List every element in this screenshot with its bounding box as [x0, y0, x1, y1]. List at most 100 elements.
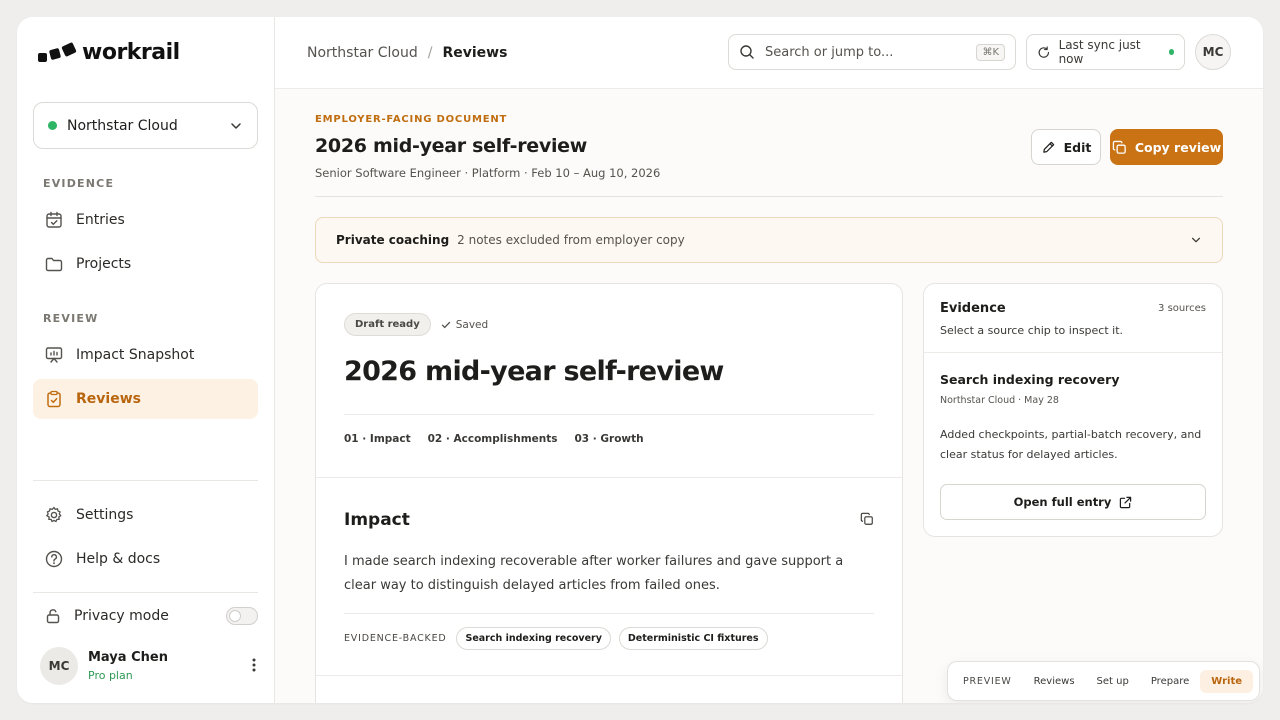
presentation-chart-icon [45, 347, 63, 363]
sidebar-item-impact-snapshot[interactable]: Impact Snapshot [33, 335, 258, 375]
external-link-icon [1120, 496, 1132, 508]
document-status-row: Draft ready Saved [344, 313, 488, 336]
section-label-review: REVIEW [43, 312, 99, 325]
brand-name: workrail [82, 40, 180, 65]
evidence-divider [924, 352, 1222, 353]
sidebar-item-label: Projects [76, 256, 132, 272]
sidebar-item-reviews[interactable]: Reviews [33, 379, 258, 419]
search-icon [740, 45, 754, 59]
open-full-entry-button[interactable]: Open full entry [940, 484, 1206, 520]
refresh-icon [1038, 45, 1050, 58]
edit-button[interactable]: Edit [1031, 129, 1101, 165]
app-window: workrail Northstar Cloud EVIDENCE Entrie… [17, 17, 1263, 703]
copy-section-icon[interactable] [860, 512, 874, 526]
search-input[interactable]: Search or jump to... ⌘K [728, 34, 1016, 70]
breadcrumb: Northstar Cloud / Reviews [307, 45, 507, 61]
sync-status-button[interactable]: Last sync just now [1026, 34, 1185, 70]
lock-icon [46, 609, 60, 624]
page-title: 2026 mid-year self-review [315, 135, 587, 157]
chevron-down-icon [231, 122, 241, 129]
workspace-select[interactable]: Northstar Cloud [33, 102, 258, 149]
sidebar-item-entries[interactable]: Entries [33, 200, 258, 240]
header-divider [315, 196, 1223, 197]
sidebar-item-label: Settings [76, 507, 134, 523]
table-of-contents: 01 · Impact 02 · Accomplishments 03 · Gr… [344, 433, 644, 445]
document-title: 2026 mid-year self-review [344, 356, 724, 387]
section-divider [316, 477, 902, 478]
copy-review-label: Copy review [1134, 139, 1222, 155]
avatar[interactable]: MC [1195, 34, 1231, 70]
flow-tab-reviews[interactable]: Reviews [1023, 670, 1086, 693]
flow-tab-set-up[interactable]: Set up [1086, 670, 1140, 693]
edit-button-label: Edit [1063, 139, 1092, 155]
user-profile[interactable]: MC Maya Chen Pro plan [40, 647, 168, 685]
help-circle-icon [45, 550, 63, 568]
sidebar: workrail Northstar Cloud EVIDENCE Entrie… [17, 17, 275, 703]
gear-icon [46, 506, 62, 523]
section-title: Impact [344, 510, 410, 530]
chevron-down-icon [1191, 237, 1201, 243]
workspace-status-dot [48, 121, 57, 130]
sidebar-item-help-docs[interactable]: Help & docs [33, 539, 258, 579]
sidebar-item-projects[interactable]: Projects [33, 244, 258, 284]
coaching-subtitle: 2 notes excluded from employer copy [457, 233, 685, 247]
breadcrumb-separator: / [427, 45, 433, 61]
folder-icon [45, 257, 63, 272]
top-bar: Northstar Cloud / Reviews Search or jump… [275, 17, 1263, 89]
preview-flow-bar: PREVIEW Reviews Set up Prepare Write [947, 661, 1260, 701]
check-icon [441, 321, 450, 328]
evidence-chip[interactable]: Search indexing recovery [456, 627, 611, 650]
calendar-check-icon [46, 211, 62, 228]
privacy-mode-row: Privacy mode [33, 596, 258, 636]
sidebar-divider [33, 592, 258, 593]
search-shortcut: ⌘K [976, 43, 1005, 61]
evidence-item-meta: Northstar Cloud · May 28 [940, 395, 1059, 406]
evidence-source-count: 3 sources [1158, 303, 1206, 314]
pencil-icon [1042, 141, 1054, 153]
document-preview-card: Draft ready Saved 2026 mid-year self-rev… [315, 283, 903, 703]
toc-item-growth[interactable]: 03 · Growth [575, 433, 644, 445]
evidence-chip-row: EVIDENCE-BACKED Search indexing recovery… [344, 627, 768, 650]
section-body: I made search indexing recoverable after… [344, 554, 844, 593]
clipboard-check-icon [47, 390, 61, 408]
sidebar-item-label: Entries [76, 212, 125, 228]
toc-item-accomplishments[interactable]: 02 · Accomplishments [428, 433, 558, 445]
sidebar-item-settings[interactable]: Settings [33, 495, 258, 535]
evidence-item-description: Added checkpoints, partial-batch recover… [940, 428, 1202, 461]
open-full-entry-label: Open full entry [1013, 495, 1112, 509]
privacy-mode-label: Privacy mode [74, 608, 169, 624]
breadcrumb-parent[interactable]: Northstar Cloud [307, 45, 418, 61]
document-meta: Senior Software Engineer · Platform · Fe… [315, 166, 661, 180]
evidence-panel-hint: Select a source chip to inspect it. [940, 324, 1124, 337]
sidebar-item-label: Help & docs [76, 551, 161, 567]
copy-review-button[interactable]: Copy review [1110, 129, 1223, 165]
body-divider [344, 613, 874, 614]
private-coaching-banner[interactable]: Private coaching 2 notes excluded from e… [315, 217, 1223, 263]
toc-item-impact[interactable]: 01 · Impact [344, 433, 411, 445]
flow-tab-write[interactable]: Write [1200, 669, 1254, 693]
privacy-mode-toggle[interactable] [226, 607, 258, 625]
status-badge: Draft ready [344, 313, 431, 336]
breadcrumb-current: Reviews [442, 45, 508, 61]
section-label-evidence: EVIDENCE [43, 177, 115, 190]
coaching-title: Private coaching [336, 233, 450, 247]
sync-label: Last sync just now [1058, 38, 1141, 66]
saved-label: Saved [455, 318, 489, 331]
evidence-item-title: Search indexing recovery [940, 372, 1120, 387]
avatar: MC [40, 647, 78, 685]
copy-icon [1112, 140, 1126, 154]
logo-mark-icon [38, 41, 77, 65]
more-vertical-icon[interactable] [252, 658, 256, 672]
search-placeholder: Search or jump to... [765, 44, 894, 60]
section-divider [316, 675, 902, 676]
evidence-chip[interactable]: Deterministic CI fixtures [618, 627, 768, 650]
evidence-backed-label: EVIDENCE-BACKED [344, 633, 447, 644]
workspace-name: Northstar Cloud [67, 117, 178, 134]
brand-logo[interactable]: workrail [38, 40, 180, 65]
sidebar-item-label: Impact Snapshot [76, 347, 195, 363]
evidence-panel: Evidence 3 sources Select a source chip … [923, 283, 1223, 537]
title-divider [344, 414, 874, 415]
saved-indicator: Saved [441, 319, 488, 331]
user-plan: Pro plan [88, 669, 133, 682]
flow-tab-prepare[interactable]: Prepare [1140, 670, 1200, 693]
